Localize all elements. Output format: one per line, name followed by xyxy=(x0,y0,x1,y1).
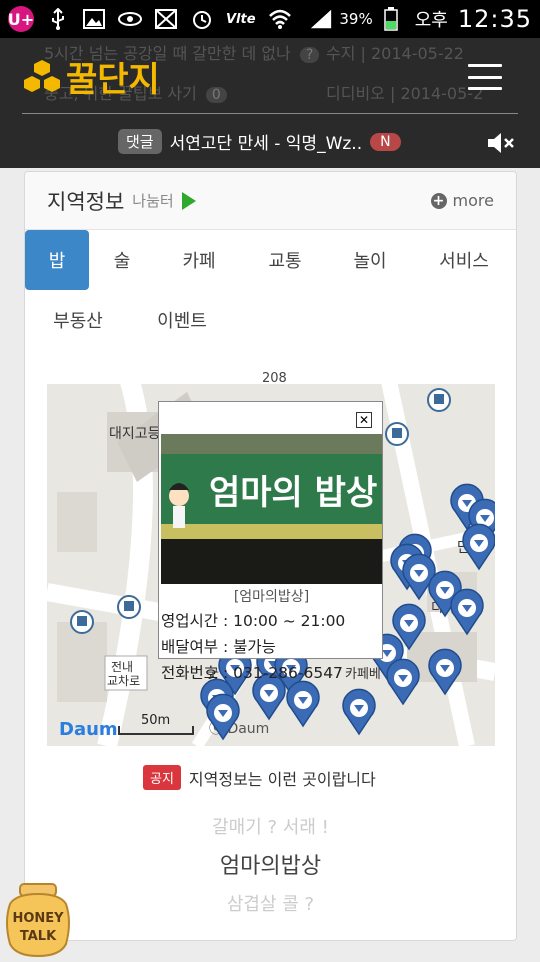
region-info-card: 지역정보 나눔터 + more 밥 술 카페 교통 놀이 서비스 부동산 이벤트 xyxy=(24,171,517,941)
bus-stop-icon xyxy=(117,595,141,619)
tab-event[interactable]: 이벤트 xyxy=(131,290,233,350)
notice-badge: 공지 xyxy=(143,765,181,790)
notice-row[interactable]: 공지 지역정보는 이런 곳이랍니다 xyxy=(143,765,376,790)
battery-percent: 39% xyxy=(339,10,373,28)
bus-stop-icon xyxy=(70,610,94,634)
tab-service[interactable]: 서비스 xyxy=(413,230,515,290)
reply-badge: 댓글 xyxy=(118,129,162,154)
plus-circle-icon: + xyxy=(430,192,447,209)
bus-stop-icon xyxy=(385,422,409,446)
app-header: 5시간 넘는 공강일 때 갈만한 데 없나 ? 수지 | 2014-05-22 … xyxy=(0,38,540,168)
place-info: [엄마의밥상] 영업시간 : 10:00 ~ 21:00 배달여부 : 불가능 … xyxy=(161,586,382,686)
category-tabs: 밥 술 카페 교통 놀이 서비스 부동산 이벤트 xyxy=(25,230,516,350)
daum-logo: Daum xyxy=(59,719,118,740)
signal-icon xyxy=(309,8,333,30)
new-badge: N xyxy=(370,132,401,151)
suggestion-next[interactable]: 삼겹살 콜 ? xyxy=(25,890,516,916)
scale-label: 50m xyxy=(141,713,170,728)
place-name: [엄마의밥상] xyxy=(233,589,310,605)
battery-icon xyxy=(379,7,403,31)
tab-transport[interactable]: 교통 xyxy=(243,230,327,290)
status-bar: U+ Vlte 39% 오후 12:35 xyxy=(0,0,540,38)
svg-text:TALK: TALK xyxy=(20,929,57,944)
more-button[interactable]: + more xyxy=(430,191,494,210)
card-subtitle: 나눔터 xyxy=(132,192,174,210)
carrier-icon: U+ xyxy=(8,6,34,32)
tab-drinks[interactable]: 술 xyxy=(89,230,155,290)
play-arrow-icon[interactable] xyxy=(181,191,196,210)
card-header: 지역정보 나눔터 + more xyxy=(25,172,516,230)
sign-text: 엄마의 밥상 xyxy=(209,473,377,513)
menu-icon[interactable] xyxy=(468,64,502,90)
ticker-text: 서연고단 만세 - 익명_Wz.. xyxy=(169,134,363,154)
lte-indicator: Vlte xyxy=(226,11,256,27)
tab-play[interactable]: 놀이 xyxy=(327,230,413,290)
tab-food[interactable]: 밥 xyxy=(25,230,89,290)
logo-text: 꿀단지 xyxy=(66,60,160,100)
svg-text:전내: 전내 xyxy=(111,660,133,674)
place-delivery: 배달여부 : 불가능 xyxy=(161,638,276,656)
map-label-place1: 대지고등 xyxy=(109,426,161,442)
wifi-icon xyxy=(268,8,292,30)
svg-text:교차로: 교차로 xyxy=(107,674,140,688)
usb-icon xyxy=(46,8,70,30)
mute-icon[interactable] xyxy=(486,132,516,159)
clock-time: 12:35 xyxy=(457,5,532,33)
eye-icon xyxy=(118,8,142,30)
app-logo[interactable]: 꿀단지 xyxy=(22,52,160,101)
suggestion-current[interactable]: 엄마의밥상 xyxy=(25,848,516,880)
suggestion-prev[interactable]: 갈매기 ? 서래 ! xyxy=(25,813,516,839)
honey-talk-button[interactable]: HONEY TALK xyxy=(2,882,74,958)
tab-real-estate[interactable]: 부동산 xyxy=(25,290,131,350)
tab-cafe[interactable]: 카페 xyxy=(155,230,243,290)
honeycomb-icon xyxy=(22,58,62,96)
bus-stop-icon xyxy=(427,388,451,412)
place-phone[interactable]: 전화번호 : 031-286-6547 xyxy=(161,660,382,686)
tab-row-1: 밥 술 카페 교통 놀이 서비스 xyxy=(25,230,516,290)
card-title: 지역정보 xyxy=(47,189,125,214)
place-popup[interactable]: ✕ 엄마의 밥상 [엄마의밥상] 영업시간 : 10:00 ~ 21:00 배달… xyxy=(158,401,383,682)
gallery-icon xyxy=(82,8,106,30)
clock-ampm: 오후 xyxy=(414,10,448,31)
no-signal-icon xyxy=(154,8,178,30)
place-photo: 엄마의 밥상 xyxy=(161,434,382,584)
notice-text: 지역정보는 이런 곳이랍니다 xyxy=(188,769,376,789)
honey-jar-icon: HONEY TALK xyxy=(6,883,70,958)
comment-ticker[interactable]: 댓글 서연고단 만세 - 익명_Wz.. N xyxy=(118,129,401,154)
place-hours: 영업시간 : 10:00 ~ 21:00 xyxy=(161,612,346,630)
tab-row-2: 부동산 이벤트 xyxy=(25,290,516,350)
svg-text:HONEY: HONEY xyxy=(12,911,64,926)
map-label-road: 208 xyxy=(262,372,287,386)
map-view[interactable]: 208 대지고등 단대 디야커 카페베 굿 전내 교차로 Daum 50m ⓒ … xyxy=(47,372,495,746)
header-divider xyxy=(22,113,518,114)
close-icon[interactable]: ✕ xyxy=(356,412,372,428)
alarm-icon xyxy=(190,8,214,30)
